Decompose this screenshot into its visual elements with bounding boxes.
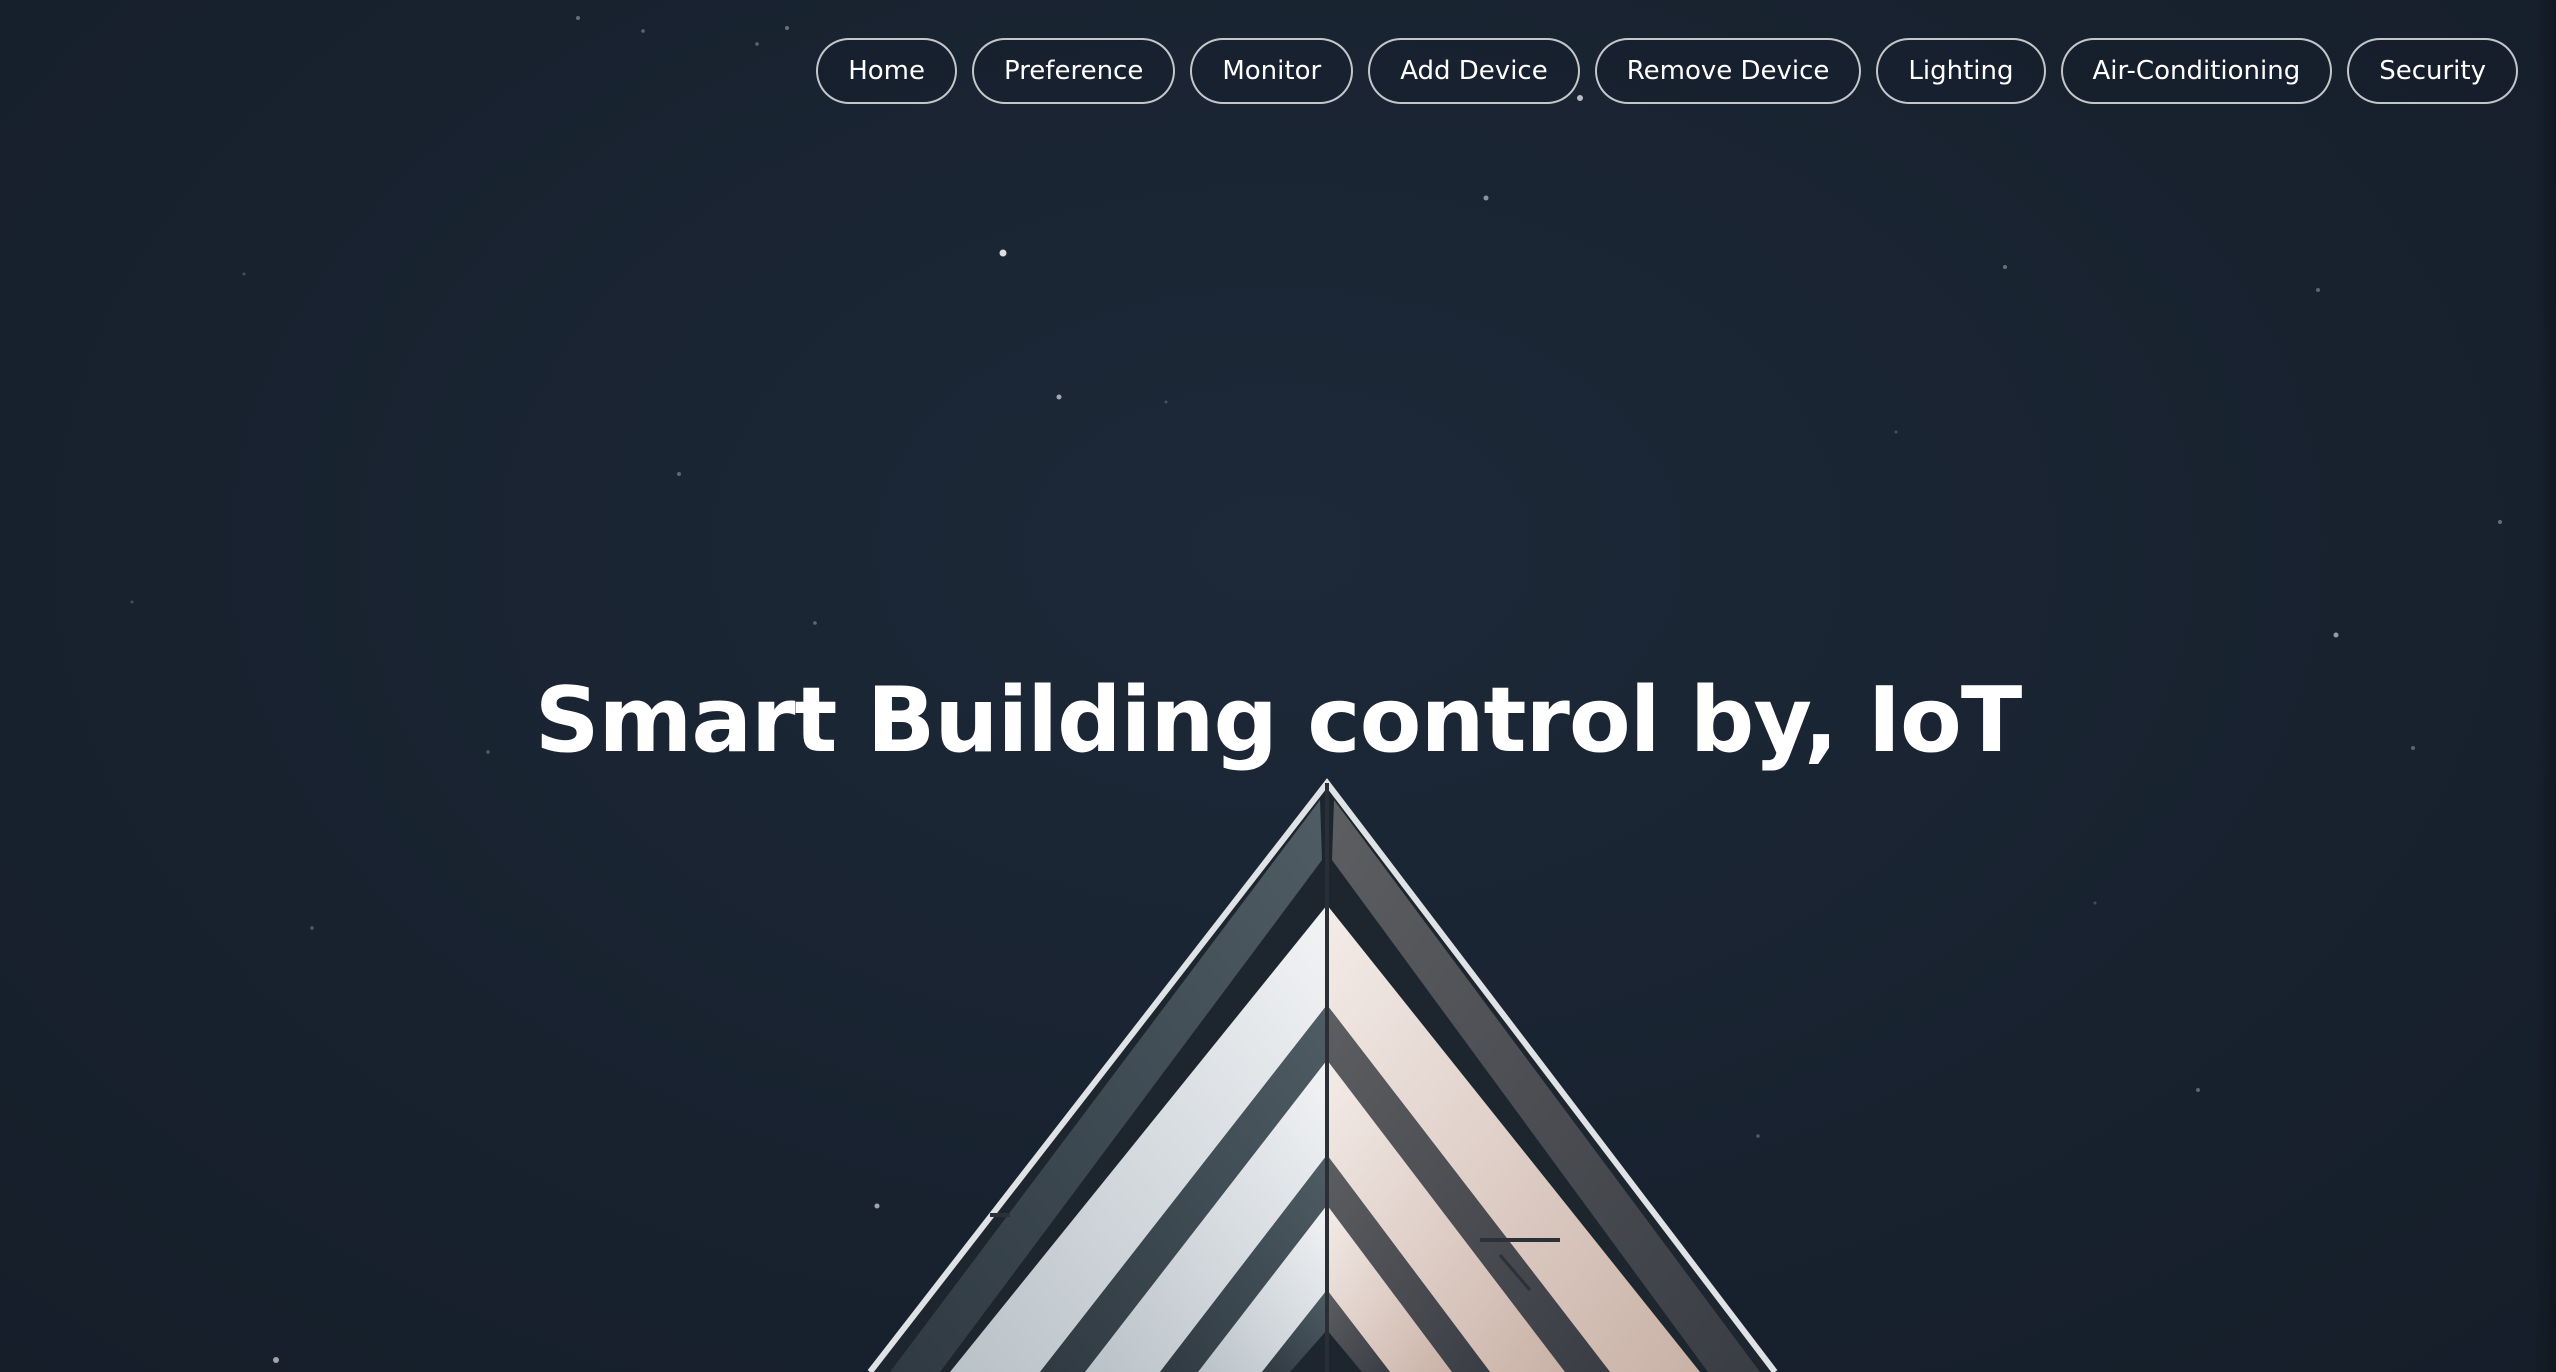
nav-add-device-button[interactable]: Add Device xyxy=(1368,38,1580,104)
hero-section: Home Preference Monitor Add Device Remov… xyxy=(0,0,2556,1372)
hero-title: Smart Building control by, IoT xyxy=(534,668,2023,773)
nav-preference-button[interactable]: Preference xyxy=(971,38,1176,104)
nav-home-button[interactable]: Home xyxy=(816,38,957,104)
nav-monitor-button[interactable]: Monitor xyxy=(1190,38,1354,104)
nav-air-conditioning-button[interactable]: Air-Conditioning xyxy=(2060,38,2333,104)
main-navigation: Home Preference Monitor Add Device Remov… xyxy=(816,38,2518,104)
nav-security-button[interactable]: Security xyxy=(2347,38,2518,104)
nav-remove-device-button[interactable]: Remove Device xyxy=(1594,38,1862,104)
nav-lighting-button[interactable]: Lighting xyxy=(1876,38,2046,104)
